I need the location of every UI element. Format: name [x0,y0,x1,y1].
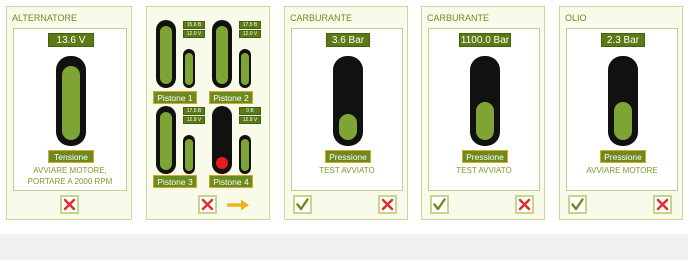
confirm-button[interactable] [430,195,449,214]
cancel-button[interactable] [60,195,79,214]
bottom-band [0,234,688,260]
close-icon [518,198,531,211]
piston-3-label: Pistone 3 [153,175,197,188]
piston-2-secondary-gauge [239,49,251,88]
piston-4-secondary-gauge [239,135,251,174]
piston-2-gauge [212,20,232,88]
pressure-gauge [470,56,500,146]
cancel-button[interactable] [378,195,397,214]
pressure-readout: 3.6 Bar [326,33,370,47]
gauge-fill [216,26,228,84]
gauge-fill [185,53,193,85]
voltage-gauge [56,56,86,146]
panel-title: CARBURANTE [427,13,490,23]
gauge-fill [62,66,80,140]
piston-2-pressure: 17.5 B [239,21,261,29]
arrow-right-icon [226,199,249,211]
gauge-label: Pressione [462,150,508,163]
gauge-fill [160,112,172,170]
carburante-panel-2: CARBURANTE 1100.0 Bar Pressione TEST AVV… [421,6,545,220]
pressure-readout: 1100.0 Bar [459,33,511,47]
piston-1-pressure: 15.6 B [183,21,205,29]
piston-3-voltage: 12.9 V [183,116,205,124]
close-icon [381,198,394,211]
pressure-gauge [333,56,363,146]
cancel-button[interactable] [653,195,672,214]
gauge-fill [185,139,193,171]
checkmark-icon [433,198,446,211]
next-arrow-button[interactable] [226,198,253,217]
gauge-area: 3.6 Bar Pressione TEST AVVIATO [291,28,403,191]
piston-3-pressure: 17.5 B [183,107,205,115]
status-message: TEST AVVIATO [456,166,512,175]
close-icon [656,198,669,211]
confirm-button[interactable] [293,195,312,214]
piston-3-gauge [156,106,176,174]
piston-4-pressure: 0 B [239,107,261,115]
gauge-fill [614,102,632,140]
checkmark-icon [571,198,584,211]
piston-4-label: Pistone 4 [209,175,253,188]
alternatore-panel: ALTERNATORE 13.6 V Tensione AVVIARE MOTO… [6,6,132,220]
panel-title: OLIO [565,13,587,23]
voltage-readout: 13.6 V [48,33,94,47]
gauge-area: 2.3 Bar Pressione AVVIARE MOTORE [566,28,678,191]
status-message-line2: PORTARE A 2000 RPM [27,177,113,186]
piston-1-gauge [156,20,176,88]
gauge-fill [241,139,249,171]
pistoni-panel: 15.6 B 12.0 V Pistone 1 17.5 B 12.0 V Pi… [146,6,270,220]
panel-title: CARBURANTE [290,13,353,23]
close-icon [63,198,76,211]
piston-3-secondary-gauge [183,135,195,174]
piston-1-voltage: 12.0 V [183,30,205,38]
piston-1-label: Pistone 1 [153,91,197,104]
cancel-button[interactable] [515,195,534,214]
gauge-fill [160,26,172,84]
warning-dot [216,157,228,169]
pressure-readout: 2.3 Bar [601,33,645,47]
panel-title: ALTERNATORE [12,13,78,23]
piston-4-gauge [212,106,232,174]
gauge-label: Pressione [600,150,646,163]
piston-2-voltage: 12.0 V [239,30,261,38]
cancel-button[interactable] [198,195,217,214]
checkmark-icon [296,198,309,211]
gauge-label: Pressione [325,150,371,163]
status-message: TEST AVVIATO [319,166,375,175]
piston-2-label: Pistone 2 [209,91,253,104]
carburante-panel-1: CARBURANTE 3.6 Bar Pressione TEST AVVIAT… [284,6,408,220]
gauge-label: Tensione [48,150,94,163]
piston-4-voltage: 12.9 V [239,116,261,124]
close-icon [201,198,214,211]
pressure-gauge [608,56,638,146]
olio-panel: OLIO 2.3 Bar Pressione AVVIARE MOTORE [559,6,683,220]
piston-1-secondary-gauge [183,49,195,88]
gauge-fill [241,53,249,85]
gauge-fill [476,102,494,140]
confirm-button[interactable] [568,195,587,214]
gauge-fill [339,114,357,140]
status-message: AVVIARE MOTORE [586,166,658,175]
gauge-area: 1100.0 Bar Pressione TEST AVVIATO [428,28,540,191]
status-message-line1: AVVIARE MOTORE, [33,166,107,175]
gauge-area: 13.6 V Tensione AVVIARE MOTORE, PORTARE … [13,28,127,191]
